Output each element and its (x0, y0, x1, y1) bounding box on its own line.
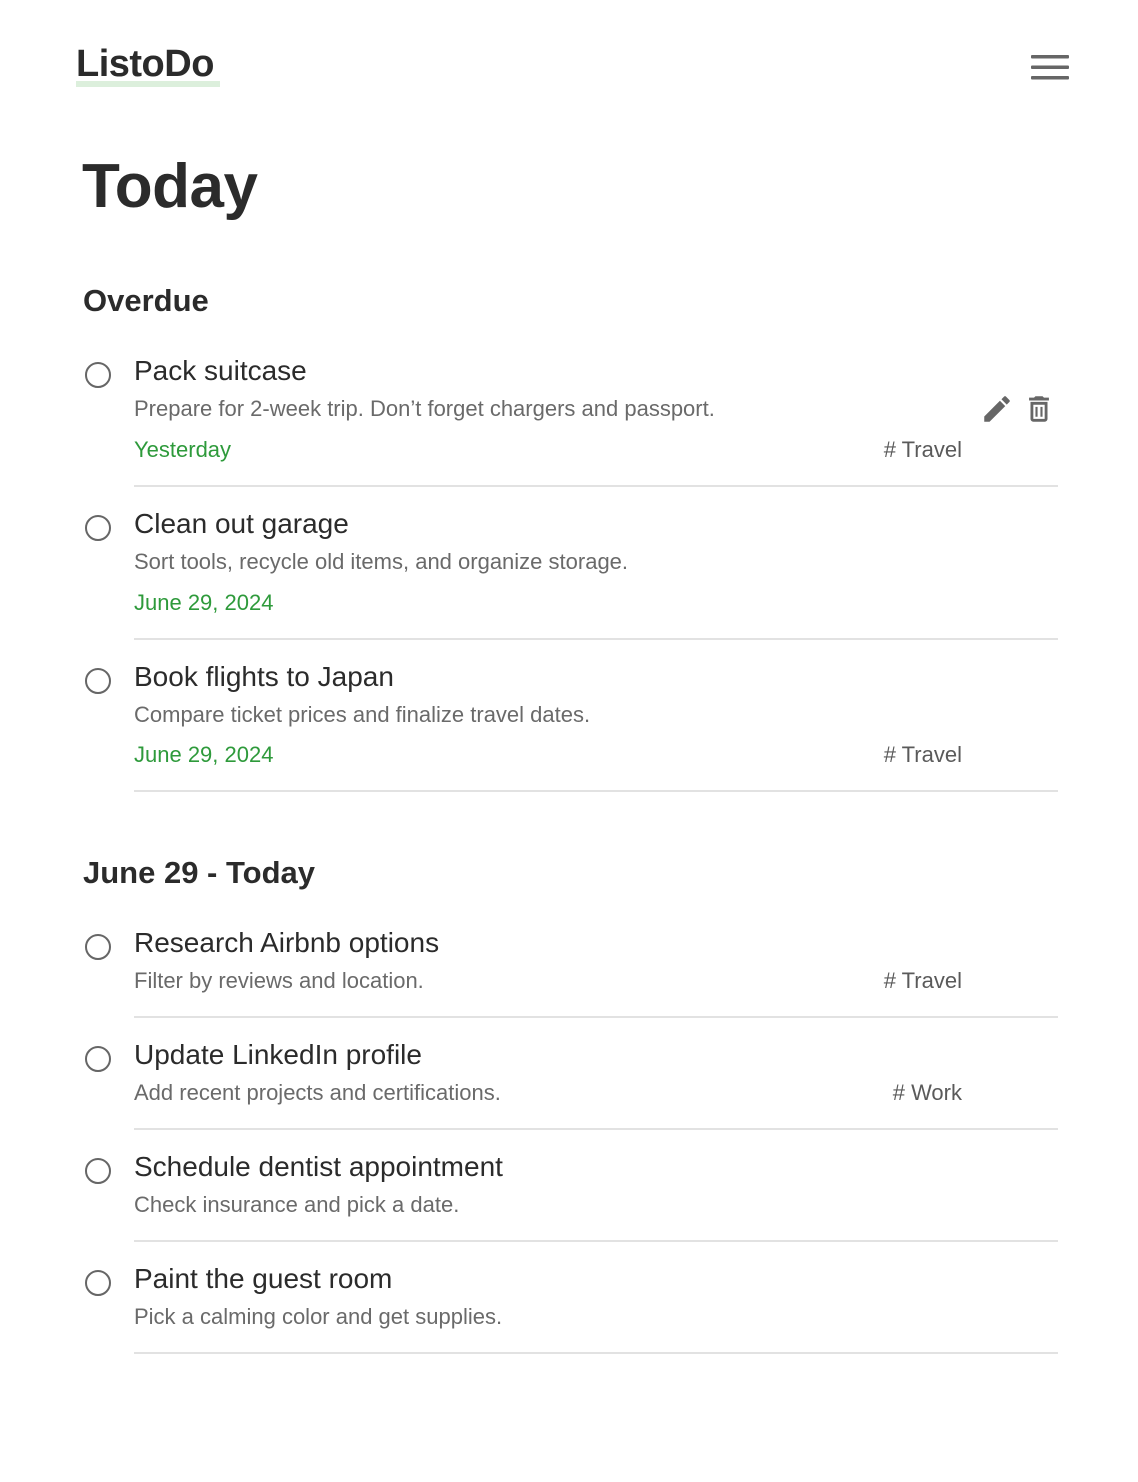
task-actions (980, 392, 1060, 426)
task-divider (134, 1352, 1058, 1354)
edit-button[interactable] (980, 392, 1014, 426)
task-description: Sort tools, recycle old items, and organ… (134, 549, 629, 574)
task-tag[interactable]: # Travel (884, 967, 962, 995)
task-complete-checkbox[interactable] (85, 1046, 111, 1072)
task-divider (134, 638, 1058, 640)
hamburger-menu-icon (1031, 55, 1069, 80)
task-divider (134, 1240, 1058, 1242)
task-tag[interactable]: # Travel (884, 741, 962, 769)
task-due-date: Yesterday (134, 437, 232, 462)
task-divider (134, 1128, 1058, 1130)
delete-icon (1029, 396, 1049, 422)
edit-icon (984, 396, 1010, 422)
task-complete-checkbox[interactable] (85, 362, 111, 388)
task-divider (134, 485, 1058, 487)
task-title[interactable]: Book flights to Japan (134, 660, 394, 694)
task-title[interactable]: Pack suitcase (134, 354, 307, 388)
menu-button[interactable] (1026, 50, 1074, 86)
task-due-date: June 29, 2024 (134, 742, 274, 767)
page-title: Today (82, 152, 258, 221)
task-description: Compare ticket prices and finalize trave… (134, 702, 591, 727)
task-title[interactable]: Clean out garage (134, 507, 349, 541)
task-complete-checkbox[interactable] (85, 934, 111, 960)
task-complete-checkbox[interactable] (85, 1158, 111, 1184)
task-tag[interactable]: # Work (893, 1079, 962, 1107)
task-complete-checkbox[interactable] (85, 515, 111, 541)
task-description: Add recent projects and certifications. (134, 1080, 501, 1105)
task-divider (134, 790, 1058, 792)
task-due-date: June 29, 2024 (134, 590, 274, 615)
task-title[interactable]: Research Airbnb options (134, 926, 439, 960)
task-description: Check insurance and pick a date. (134, 1192, 460, 1217)
task-title[interactable]: Schedule dentist appointment (134, 1150, 503, 1184)
task-divider (134, 1016, 1058, 1018)
app-header: ListoDo (0, 0, 1138, 120)
task-complete-checkbox[interactable] (85, 1270, 111, 1296)
task-description: Pick a calming color and get supplies. (134, 1304, 503, 1329)
task-description: Filter by reviews and location. (134, 968, 424, 993)
task-title[interactable]: Update LinkedIn profile (134, 1038, 422, 1072)
section-title-today: June 29 - Today (83, 855, 315, 890)
section-title-overdue: Overdue (83, 283, 209, 318)
task-description: Prepare for 2-week trip. Don’t forget ch… (134, 396, 715, 421)
task-complete-checkbox[interactable] (85, 668, 111, 694)
app-logo[interactable]: ListoDo (76, 40, 214, 88)
task-tag[interactable]: # Travel (884, 436, 962, 464)
task-title[interactable]: Paint the guest room (134, 1262, 392, 1296)
delete-button[interactable] (1022, 392, 1056, 426)
